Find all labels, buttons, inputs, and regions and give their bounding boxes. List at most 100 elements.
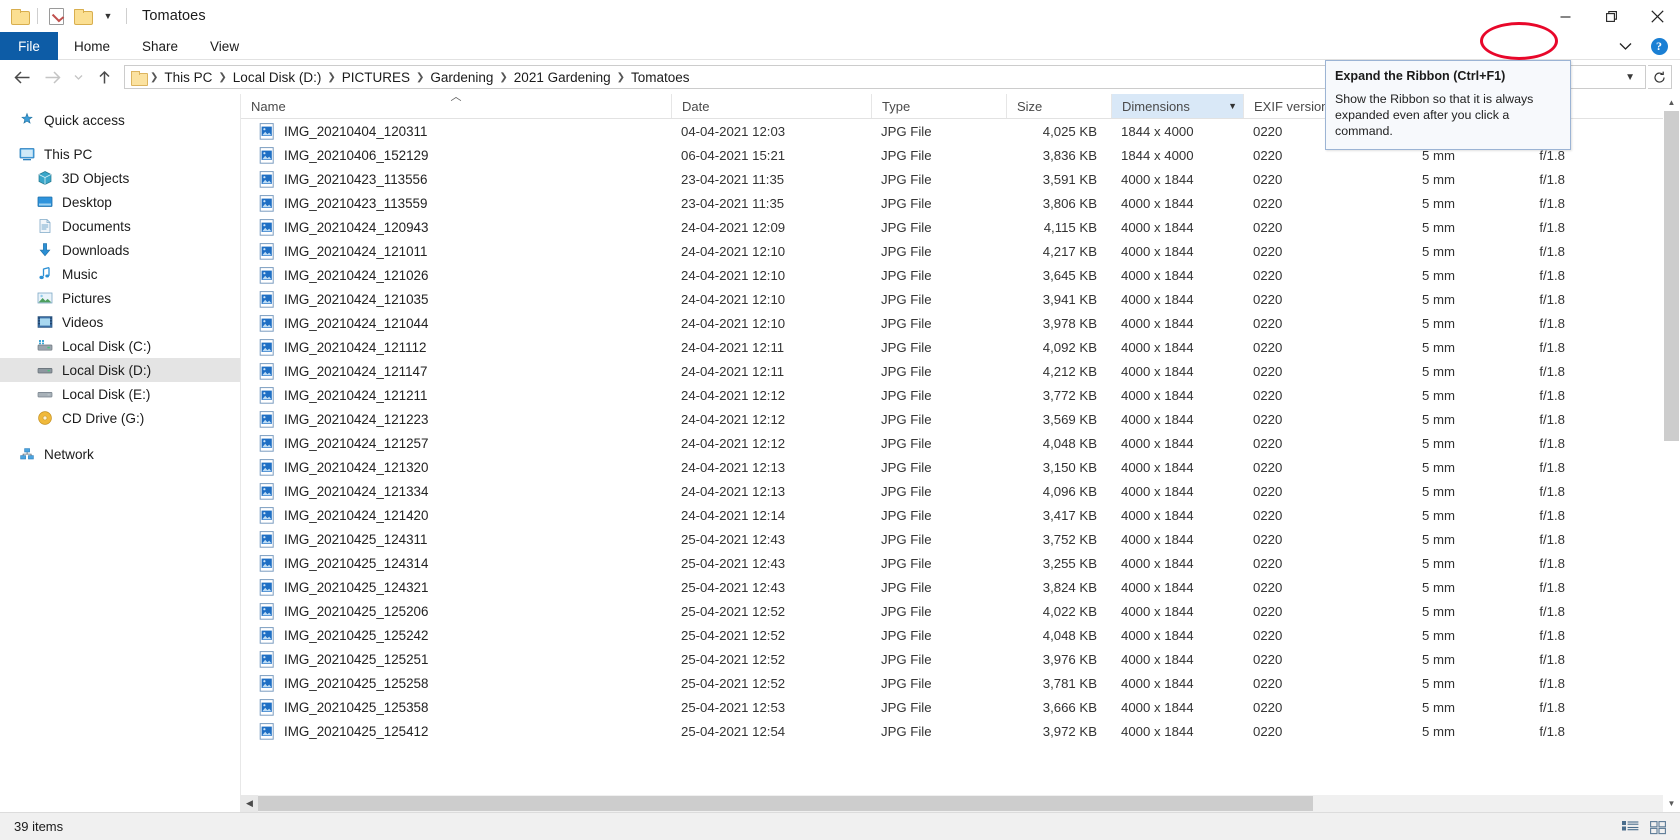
cell-name[interactable]: IMG_20210424_120943 xyxy=(241,218,671,236)
close-button[interactable] xyxy=(1634,0,1680,32)
table-row[interactable]: IMG_20210424_121112 24-04-2021 12:11 JPG F… xyxy=(241,335,1680,359)
forward-arrow-icon[interactable] xyxy=(38,64,66,90)
recent-locations-icon[interactable] xyxy=(68,64,88,90)
sidebar-item-downloads[interactable]: Downloads xyxy=(0,238,240,262)
table-row[interactable]: IMG_20210424_121147 24-04-2021 12:11 JPG F… xyxy=(241,359,1680,383)
tab-share[interactable]: Share xyxy=(126,32,194,60)
sidebar-item-quick-access[interactable]: Quick access xyxy=(0,108,240,132)
chevron-down-icon[interactable]: ▼ xyxy=(1222,101,1243,111)
sidebar-item-this-pc[interactable]: This PC xyxy=(0,142,240,166)
cell-name[interactable]: IMG_20210423_113559 xyxy=(241,194,671,212)
cell-name[interactable]: IMG_20210406_152129 xyxy=(241,146,671,164)
large-icons-view-icon[interactable] xyxy=(1648,817,1668,837)
cell-name[interactable]: IMG_20210424_121035 xyxy=(241,290,671,308)
breadcrumb-item-this-pc[interactable]: This PC xyxy=(159,70,217,85)
cell-name[interactable]: IMG_20210424_121211 xyxy=(241,386,671,404)
cell-name[interactable]: IMG_20210424_121147 xyxy=(241,362,671,380)
refresh-icon[interactable] xyxy=(1648,65,1672,89)
sidebar-item-local-disk-c[interactable]: Local Disk (C:) xyxy=(0,334,240,358)
new-folder-icon[interactable] xyxy=(6,3,32,29)
table-row[interactable]: IMG_20210424_121257 24-04-2021 12:12 JPG F… xyxy=(241,431,1680,455)
table-row[interactable]: IMG_20210425_125412 25-04-2021 12:54 JPG F… xyxy=(241,719,1680,743)
minimize-button[interactable] xyxy=(1542,0,1588,32)
table-row[interactable]: IMG_20210424_121223 24-04-2021 12:12 JPG F… xyxy=(241,407,1680,431)
cell-name[interactable]: IMG_20210425_125412 xyxy=(241,722,671,740)
table-row[interactable]: IMG_20210424_121320 24-04-2021 12:13 JPG F… xyxy=(241,455,1680,479)
table-row[interactable]: IMG_20210425_125251 25-04-2021 12:52 JPG F… xyxy=(241,647,1680,671)
sidebar-item-local-disk-d[interactable]: Local Disk (D:) xyxy=(0,358,240,382)
cell-name[interactable]: IMG_20210424_121257 xyxy=(241,434,671,452)
tab-file[interactable]: File xyxy=(0,32,58,60)
properties-icon[interactable] xyxy=(43,3,69,29)
cell-name[interactable]: IMG_20210425_125258 xyxy=(241,674,671,692)
cell-name[interactable]: IMG_20210404_120311 xyxy=(241,122,671,140)
column-header-dimensions[interactable]: Dimensions ▼ xyxy=(1111,94,1243,118)
cell-name[interactable]: IMG_20210425_125251 xyxy=(241,650,671,668)
cell-name[interactable]: IMG_20210424_121420 xyxy=(241,506,671,524)
restore-button[interactable] xyxy=(1588,0,1634,32)
column-header-type[interactable]: Type xyxy=(871,94,1006,118)
table-row[interactable]: IMG_20210424_121211 24-04-2021 12:12 JPG F… xyxy=(241,383,1680,407)
breadcrumb-item-pictures[interactable]: PICTURES xyxy=(337,70,415,85)
cell-name[interactable]: IMG_20210424_121011 xyxy=(241,242,671,260)
help-icon[interactable]: ? xyxy=(1644,35,1674,57)
table-row[interactable]: IMG_20210424_121420 24-04-2021 12:14 JPG F… xyxy=(241,503,1680,527)
cell-name[interactable]: IMG_20210424_121320 xyxy=(241,458,671,476)
cell-name[interactable]: IMG_20210424_121026 xyxy=(241,266,671,284)
table-row[interactable]: IMG_20210425_125258 25-04-2021 12:52 JPG F… xyxy=(241,671,1680,695)
sidebar-item-videos[interactable]: Videos xyxy=(0,310,240,334)
table-row[interactable]: IMG_20210425_124321 25-04-2021 12:43 JPG F… xyxy=(241,575,1680,599)
breadcrumb-item-gardening[interactable]: Gardening xyxy=(425,70,498,85)
table-row[interactable]: IMG_20210424_121044 24-04-2021 12:10 JPG F… xyxy=(241,311,1680,335)
scroll-up-arrow-icon[interactable]: ▲ xyxy=(1663,94,1680,111)
hscroll-thumb[interactable] xyxy=(258,796,1313,811)
cell-name[interactable]: IMG_20210425_124314 xyxy=(241,554,671,572)
hscroll-track[interactable] xyxy=(258,795,1663,812)
table-row[interactable]: IMG_20210425_125358 25-04-2021 12:53 JPG F… xyxy=(241,695,1680,719)
table-row[interactable]: IMG_20210425_124314 25-04-2021 12:43 JPG F… xyxy=(241,551,1680,575)
cell-name[interactable]: IMG_20210424_121112 xyxy=(241,338,671,356)
table-row[interactable]: IMG_20210424_120943 24-04-2021 12:09 JPG F… xyxy=(241,215,1680,239)
sidebar-item-3d-objects[interactable]: 3D Objects xyxy=(0,166,240,190)
breadcrumb-item-2021-gardening[interactable]: 2021 Gardening xyxy=(509,70,616,85)
breadcrumb-item-tomatoes[interactable]: Tomatoes xyxy=(626,70,695,85)
address-dropdown-icon[interactable]: ▼ xyxy=(1617,72,1643,83)
cell-name[interactable]: IMG_20210425_125206 xyxy=(241,602,671,620)
cell-name[interactable]: IMG_20210424_121223 xyxy=(241,410,671,428)
tab-view[interactable]: View xyxy=(194,32,255,60)
table-row[interactable]: IMG_20210423_113559 23-04-2021 11:35 JPG F… xyxy=(241,191,1680,215)
table-row[interactable]: IMG_20210425_125242 25-04-2021 12:52 JPG F… xyxy=(241,623,1680,647)
up-arrow-icon[interactable] xyxy=(90,64,118,90)
sidebar-item-cd-drive-g[interactable]: CD Drive (G:) xyxy=(0,406,240,430)
table-row[interactable]: IMG_20210424_121026 24-04-2021 12:10 JPG F… xyxy=(241,263,1680,287)
cell-name[interactable]: IMG_20210425_125358 xyxy=(241,698,671,716)
sidebar-item-pictures[interactable]: Pictures xyxy=(0,286,240,310)
sidebar-item-music[interactable]: Music xyxy=(0,262,240,286)
sidebar-item-network[interactable]: Network xyxy=(0,442,240,466)
cell-name[interactable]: IMG_20210423_113556 xyxy=(241,170,671,188)
table-row[interactable]: IMG_20210424_121035 24-04-2021 12:10 JPG F… xyxy=(241,287,1680,311)
details-view-icon[interactable] xyxy=(1620,817,1640,837)
table-row[interactable]: IMG_20210424_121334 24-04-2021 12:13 JPG F… xyxy=(241,479,1680,503)
scroll-left-arrow-icon[interactable]: ◀ xyxy=(241,795,258,812)
horizontal-scrollbar[interactable]: ◀ ▶ xyxy=(241,795,1680,812)
sidebar-item-documents[interactable]: Documents xyxy=(0,214,240,238)
expand-ribbon-chevron-icon[interactable] xyxy=(1610,35,1640,57)
tab-home[interactable]: Home xyxy=(58,32,126,60)
sidebar-item-local-disk-e[interactable]: Local Disk (E:) xyxy=(0,382,240,406)
cell-name[interactable]: IMG_20210424_121044 xyxy=(241,314,671,332)
table-row[interactable]: IMG_20210423_113556 23-04-2021 11:35 JPG F… xyxy=(241,167,1680,191)
vscroll-track[interactable] xyxy=(1663,111,1680,795)
chevron-down-icon[interactable]: ▼ xyxy=(95,3,121,29)
vscroll-thumb[interactable] xyxy=(1664,111,1679,441)
vertical-scrollbar[interactable]: ▲ ▼ xyxy=(1663,94,1680,812)
cell-name[interactable]: IMG_20210425_124311 xyxy=(241,530,671,548)
table-row[interactable]: IMG_20210425_124311 25-04-2021 12:43 JPG F… xyxy=(241,527,1680,551)
column-header-name[interactable]: ︿ Name xyxy=(241,92,671,118)
cell-name[interactable]: IMG_20210424_121334 xyxy=(241,482,671,500)
scroll-down-arrow-icon[interactable]: ▼ xyxy=(1663,795,1680,812)
back-arrow-icon[interactable] xyxy=(8,64,36,90)
cell-name[interactable]: IMG_20210425_125242 xyxy=(241,626,671,644)
column-header-date[interactable]: Date xyxy=(671,94,871,118)
cell-name[interactable]: IMG_20210425_124321 xyxy=(241,578,671,596)
